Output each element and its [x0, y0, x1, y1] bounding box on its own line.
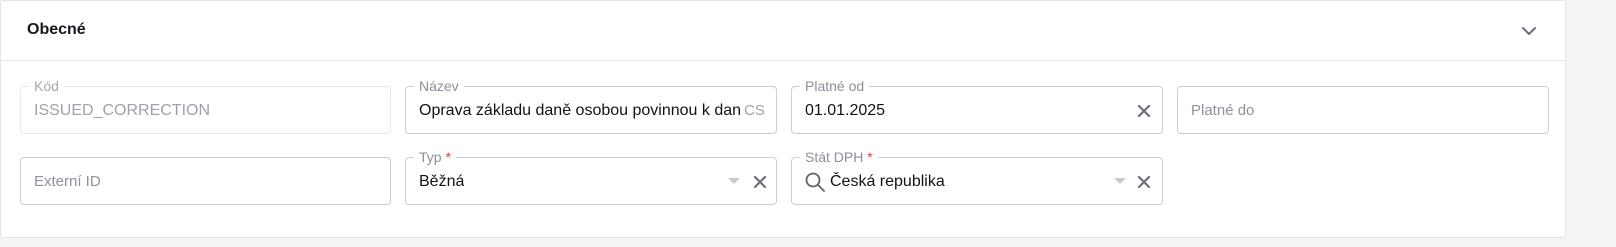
clear-icon[interactable] — [749, 171, 771, 193]
required-mark: * — [445, 149, 451, 165]
nazev-field[interactable]: Název Oprava základu daně osobou povinno… — [405, 77, 777, 134]
externi-id-placeholder[interactable]: Externí ID — [34, 173, 101, 191]
required-mark: * — [867, 149, 873, 165]
stat-dph-select[interactable]: Stát DPH * Česká republika — [791, 148, 1163, 205]
platne-od-input[interactable]: 01.01.2025 — [805, 101, 885, 121]
stat-dph-label-text: Stát DPH — [805, 149, 864, 165]
typ-label-text: Typ — [419, 149, 442, 165]
section-title: Obecné — [27, 21, 86, 38]
dropdown-arrow-icon[interactable] — [1114, 178, 1126, 184]
kod-value: ISSUED_CORRECTION — [34, 102, 211, 119]
stat-dph-label: Stát DPH * — [800, 148, 878, 166]
platne-od-field[interactable]: Platné od 01.01.2025 — [791, 77, 1163, 134]
nazev-label: Název — [414, 77, 464, 95]
typ-label: Typ * — [414, 148, 456, 166]
typ-select[interactable]: Typ * Běžná — [405, 148, 777, 205]
kod-field: Kód ISSUED_CORRECTION — [20, 77, 391, 134]
stat-dph-value[interactable]: Česká republika — [830, 172, 945, 192]
search-icon — [804, 171, 826, 193]
nazev-input[interactable]: Oprava základu daně osobou povinnou k da… — [419, 101, 742, 121]
platne-od-label: Platné od — [800, 77, 870, 95]
clear-icon[interactable] — [1133, 100, 1155, 122]
general-section-panel: Obecné Kód ISSUED_CORRECTION Název Oprav… — [0, 0, 1566, 238]
typ-value[interactable]: Běžná — [419, 172, 464, 192]
section-header[interactable]: Obecné — [1, 1, 1565, 61]
kod-label: Kód — [29, 77, 64, 95]
chevron-down-icon[interactable] — [1517, 19, 1541, 43]
language-suffix[interactable]: CS — [744, 102, 765, 120]
externi-id-field[interactable]: Externí ID — [20, 157, 391, 205]
dropdown-arrow-icon[interactable] — [728, 178, 740, 184]
platne-do-placeholder[interactable]: Platné do — [1191, 102, 1254, 120]
platne-do-field[interactable]: Platné do — [1177, 86, 1549, 134]
clear-icon[interactable] — [1133, 171, 1155, 193]
